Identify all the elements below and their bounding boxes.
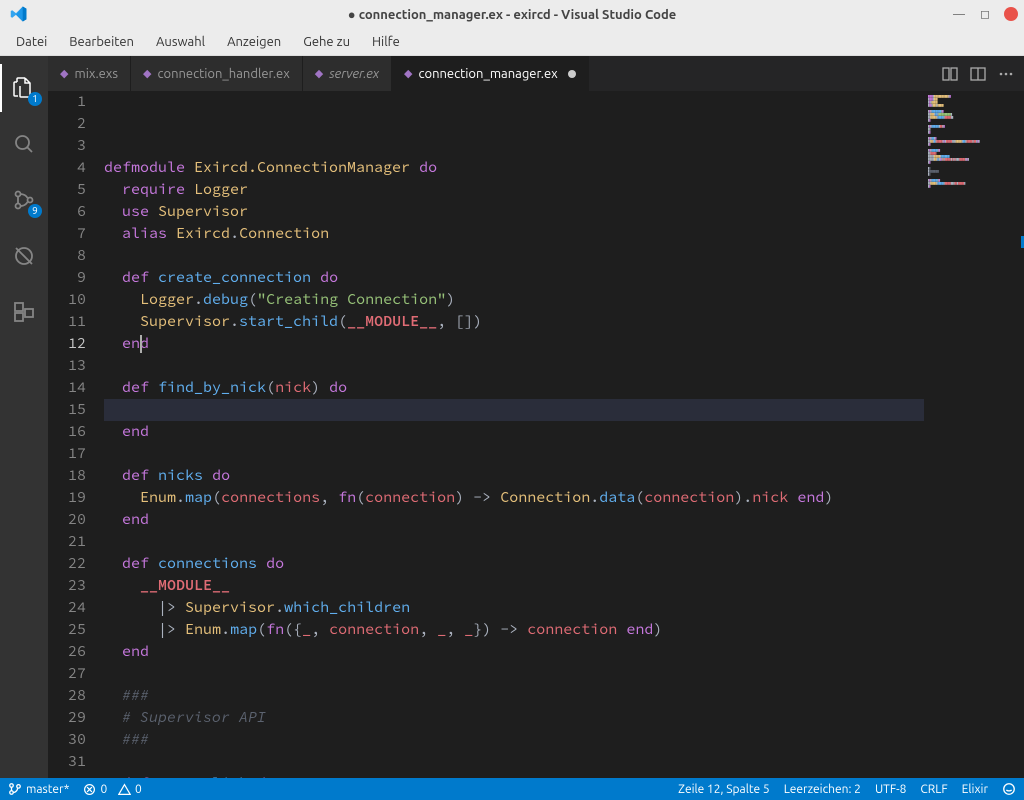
menu-selection[interactable]: Auswahl: [146, 31, 215, 53]
status-indentation[interactable]: Leerzeichen: 2: [784, 783, 861, 796]
code-editor[interactable]: 1234567891011121314151617181920212223242…: [48, 91, 1024, 778]
tab-label: connection_manager.ex: [418, 67, 557, 81]
tab-label: connection_handler.ex: [157, 67, 289, 81]
status-cursor-position[interactable]: Zeile 12, Spalte 5: [678, 783, 770, 796]
debug-icon[interactable]: [0, 232, 48, 280]
elixir-file-icon: ◆: [404, 67, 412, 80]
window-controls: — ◻: [952, 7, 1018, 21]
explorer-badge: 1: [28, 92, 42, 106]
status-branch[interactable]: master*: [8, 782, 69, 796]
menu-edit[interactable]: Bearbeiten: [59, 31, 144, 53]
tab-label: mix.exs: [74, 67, 118, 81]
code-content[interactable]: defmodule Exircd.ConnectionManager do re…: [104, 91, 924, 778]
error-count: 0: [100, 783, 107, 796]
menubar: Datei Bearbeiten Auswahl Anzeigen Gehe z…: [0, 28, 1024, 56]
status-language[interactable]: Elixir: [962, 783, 988, 796]
split-compare-icon[interactable]: [942, 66, 958, 82]
editor-actions: [932, 56, 1024, 91]
dirty-indicator-icon: [568, 70, 576, 78]
tab-label: server.ex: [329, 67, 379, 81]
menu-go[interactable]: Gehe zu: [293, 31, 360, 53]
line-number-gutter: 1234567891011121314151617181920212223242…: [48, 91, 104, 778]
elixir-file-icon: ◆: [315, 67, 323, 80]
tab-connection-manager[interactable]: ◆ connection_manager.ex: [392, 56, 589, 91]
activity-bar: 1 9: [0, 56, 48, 778]
warning-count: 0: [135, 783, 142, 796]
editor-tabs: ◆ mix.exs ◆ connection_handler.ex ◆ serv…: [48, 56, 1024, 91]
tab-mix-exs[interactable]: ◆ mix.exs: [48, 56, 131, 91]
minimap[interactable]: ████████████████████████████████████████…: [924, 91, 1024, 778]
main-area: 1 9 ◆ mix.exs ◆ connection_handler.ex: [0, 56, 1024, 778]
status-problems[interactable]: 0 0: [83, 783, 141, 796]
more-actions-icon[interactable]: [998, 66, 1014, 82]
scm-badge: 9: [28, 204, 42, 218]
menu-file[interactable]: Datei: [6, 31, 57, 53]
status-eol[interactable]: CRLF: [920, 783, 947, 796]
close-button[interactable]: [1004, 7, 1018, 21]
split-editor-icon[interactable]: [970, 66, 986, 82]
source-control-icon[interactable]: 9: [0, 176, 48, 224]
extensions-icon[interactable]: [0, 288, 48, 336]
tab-server-ex[interactable]: ◆ server.ex: [303, 56, 392, 91]
maximize-button[interactable]: ◻: [978, 7, 992, 21]
elixir-file-icon: ◆: [60, 67, 68, 80]
minimize-button[interactable]: —: [952, 7, 966, 21]
editor-area: ◆ mix.exs ◆ connection_handler.ex ◆ serv…: [48, 56, 1024, 778]
tab-connection-handler[interactable]: ◆ connection_handler.ex: [131, 56, 303, 91]
explorer-icon[interactable]: 1: [0, 64, 48, 112]
status-bar: master* 0 0 Zeile 12, Spalte 5 Leerzeich…: [0, 778, 1024, 800]
status-feedback-icon[interactable]: [1002, 782, 1016, 796]
window-title: ● connection_manager.ex - exircd - Visua…: [348, 7, 676, 22]
menu-view[interactable]: Anzeigen: [217, 31, 291, 53]
status-encoding[interactable]: UTF-8: [875, 783, 906, 796]
elixir-file-icon: ◆: [143, 67, 151, 80]
search-icon[interactable]: [0, 120, 48, 168]
branch-name: master*: [26, 783, 69, 796]
text-cursor: [140, 335, 142, 353]
titlebar: ● connection_manager.ex - exircd - Visua…: [0, 0, 1024, 28]
vscode-logo-icon: [10, 5, 28, 23]
menu-help[interactable]: Hilfe: [362, 31, 410, 53]
